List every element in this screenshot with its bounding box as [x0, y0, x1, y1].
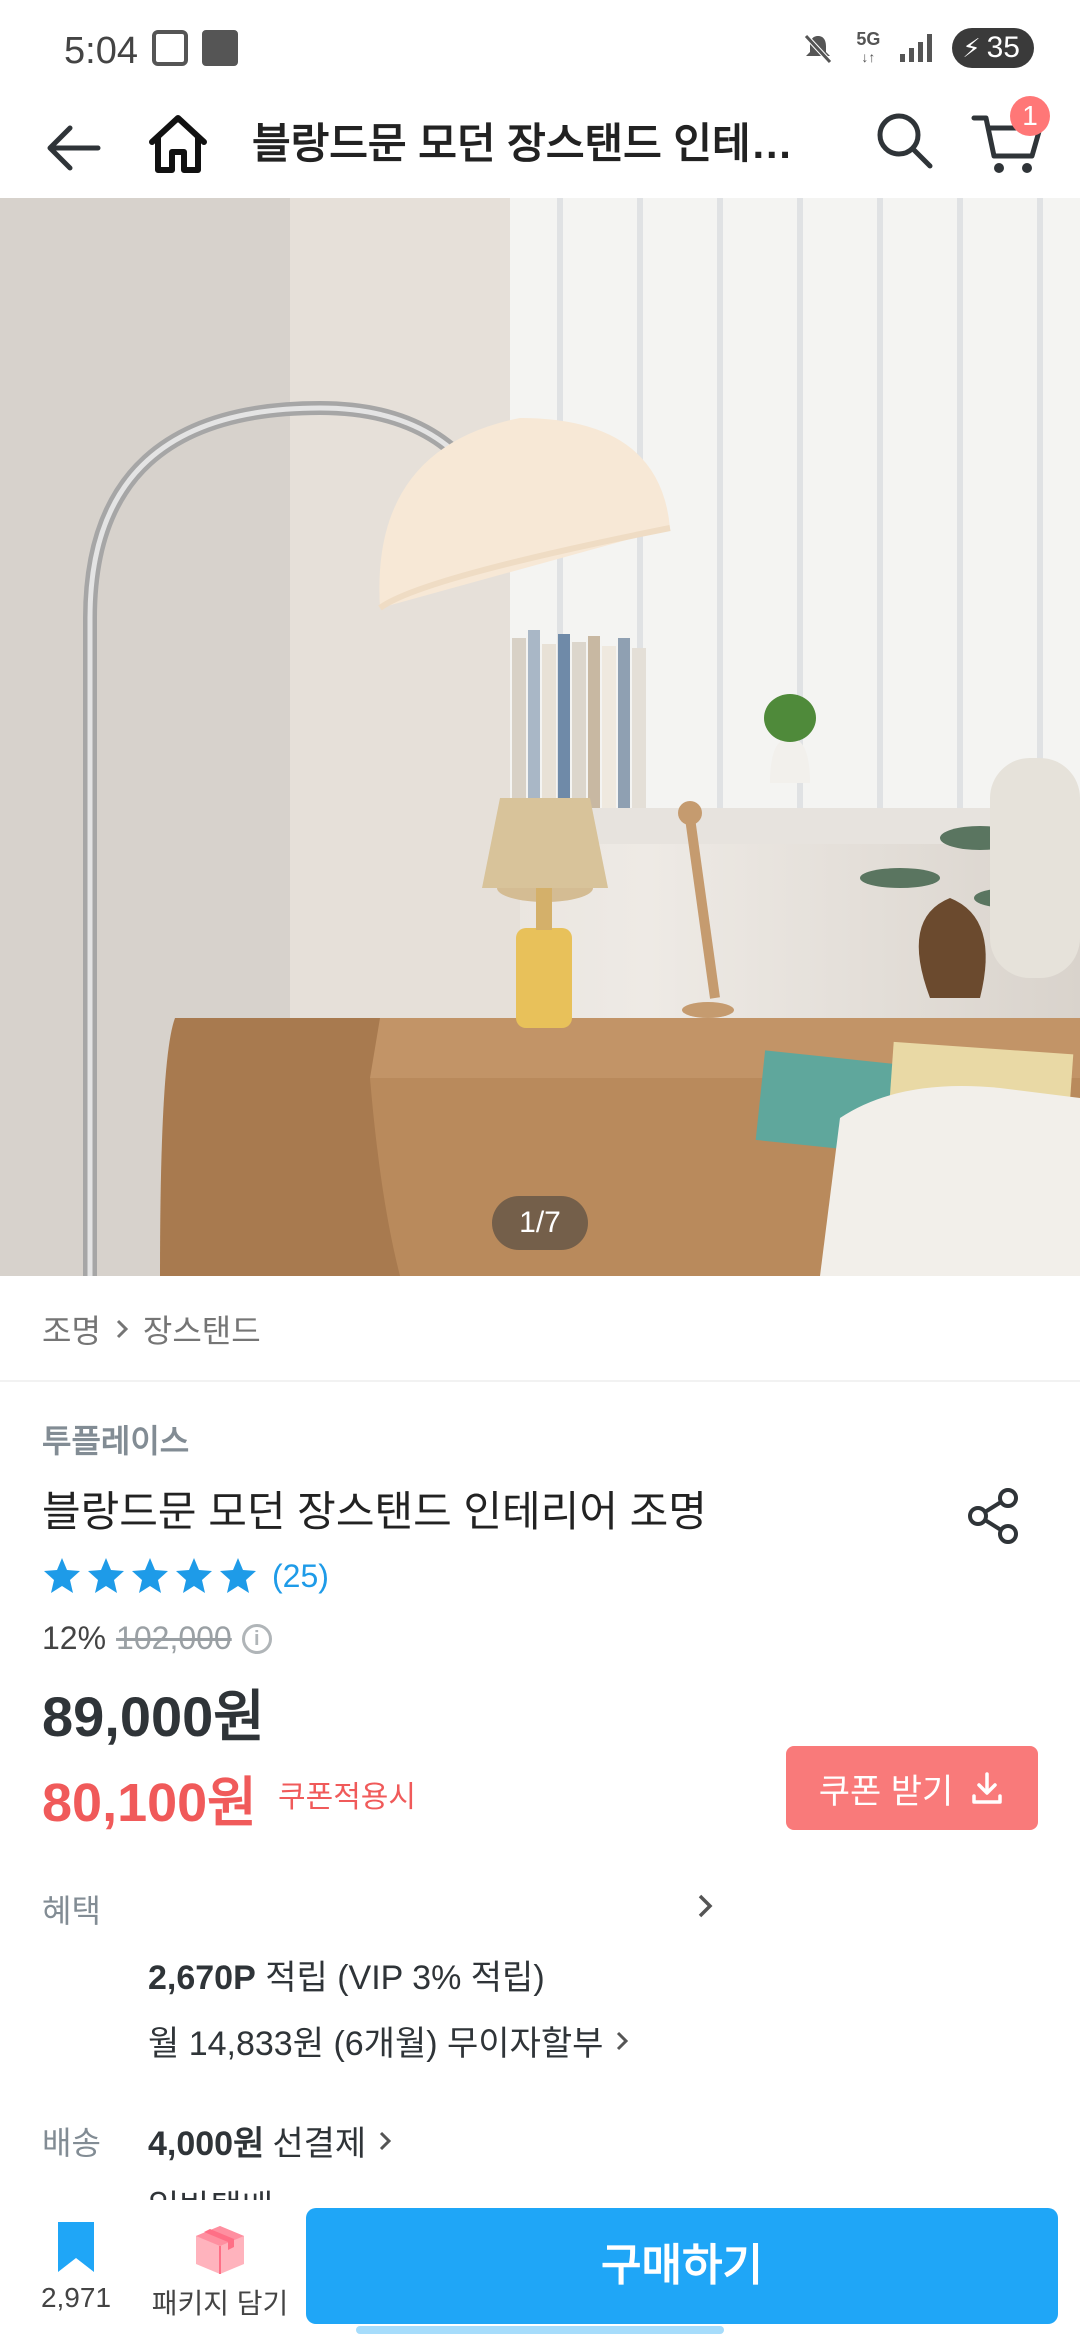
breadcrumb-item-lighting[interactable]: 조명	[42, 1306, 101, 1352]
notification-icon	[202, 30, 238, 66]
screenshot-icon	[152, 30, 188, 66]
product-page: 5:04 5G ↓↑ ⚡ 35 블랑드문 모던 장스탠드 인테리... 1 1/…	[0, 0, 1080, 2340]
bookmark-button[interactable]: 2,971	[20, 2218, 132, 2314]
page-title: 블랑드문 모던 장스탠드 인테리...	[252, 120, 822, 167]
chevron-right-icon[interactable]	[690, 1888, 720, 1924]
download-icon	[972, 1772, 1003, 1804]
top-app-bar: 블랑드문 모던 장스탠드 인테리... 1	[0, 96, 1080, 198]
battery-icon: ⚡ 35	[952, 28, 1034, 68]
bookmark-count: 2,971	[40, 2282, 112, 2313]
star-icon	[44, 1558, 80, 1593]
gesture-handle	[356, 2326, 724, 2334]
brand-name[interactable]: 투플레이스	[42, 1416, 189, 1462]
breadcrumb: 조명 장스탠드	[42, 1306, 261, 1352]
get-coupon-label: 쿠폰 받기	[818, 1772, 954, 1811]
shipping-fee-row[interactable]: 4,000원 선결제	[148, 2116, 396, 2165]
product-name: 블랑드문 모던 장스탠드 인테리어 조명	[42, 1488, 707, 1535]
discount-rate: 12%	[42, 1620, 107, 1656]
cart-count-badge: 1	[1010, 96, 1050, 136]
original-price: 102,000	[116, 1620, 232, 1656]
shipping-label: 배송	[42, 2125, 101, 2161]
sale-price: 89,000원	[42, 1685, 265, 1748]
network-type: 5G ↓↑	[856, 29, 881, 65]
image-page-indicator: 1/7	[492, 1196, 588, 1250]
package-box-icon	[196, 2226, 244, 2274]
points-value: 2,670P	[148, 1959, 256, 1997]
star-icon	[132, 1558, 168, 1593]
review-count: (25)	[272, 1557, 329, 1594]
section-divider	[0, 1380, 1080, 1382]
chevron-right-icon	[617, 2031, 629, 2050]
signal-icon	[900, 34, 933, 62]
star-icon	[220, 1558, 256, 1593]
star-icon	[176, 1558, 212, 1593]
shipping-fee: 4,000원	[148, 2125, 265, 2163]
bookmark-icon	[58, 2222, 94, 2272]
installment-info[interactable]: 월 14,833원 (6개월) 무이자할부	[148, 2016, 633, 2065]
mute-icon	[804, 34, 833, 64]
points-info: 2,670P 적립 (VIP 3% 적립)	[148, 1950, 545, 1999]
benefits-label: 혜택	[42, 1893, 101, 1929]
status-left-icons	[152, 30, 238, 66]
points-text: 적립 (VIP 3% 적립)	[265, 1959, 545, 1997]
star-icon	[88, 1558, 124, 1593]
package-button[interactable]: 패키지 담기	[150, 2214, 290, 2322]
breadcrumb-item-floor-lamp[interactable]: 장스탠드	[143, 1306, 261, 1352]
status-time: 5:04	[64, 30, 138, 72]
discount-row: 12% 102,000 i	[42, 1620, 272, 1657]
package-label: 패키지 담기	[151, 2288, 289, 2319]
bottom-action-bar: 2,971 패키지 담기 구매하기	[0, 2200, 1080, 2340]
product-photo	[0, 198, 1080, 1276]
share-icon[interactable]	[962, 1484, 1026, 1548]
chevron-right-icon	[116, 1319, 129, 1339]
back-arrow-icon[interactable]	[40, 114, 108, 182]
shipping-type: 선결제	[272, 2125, 367, 2163]
get-coupon-button[interactable]: 쿠폰 받기	[786, 1746, 1038, 1830]
product-image[interactable]: 1/7	[0, 198, 1080, 1276]
search-icon[interactable]	[872, 108, 936, 172]
shipping-method: 일반택배	[148, 2180, 273, 2202]
chevron-right-icon	[380, 2131, 392, 2150]
battery-level: 35	[986, 31, 1020, 64]
installment-text: 월 14,833원 (6개월) 무이자할부	[148, 2025, 604, 2063]
home-icon[interactable]	[144, 110, 212, 178]
status-right-icons: 5G ↓↑ ⚡ 35	[800, 28, 1034, 68]
buy-button[interactable]: 구매하기	[306, 2208, 1058, 2324]
status-bar: 5:04 5G ↓↑ ⚡ 35	[0, 0, 1080, 96]
coupon-price: 80,100원	[42, 1773, 257, 1833]
coupon-note: 쿠폰적용시	[278, 1781, 416, 1814]
info-icon[interactable]: i	[241, 1623, 272, 1654]
rating-stars[interactable]: (25)	[42, 1556, 329, 1596]
